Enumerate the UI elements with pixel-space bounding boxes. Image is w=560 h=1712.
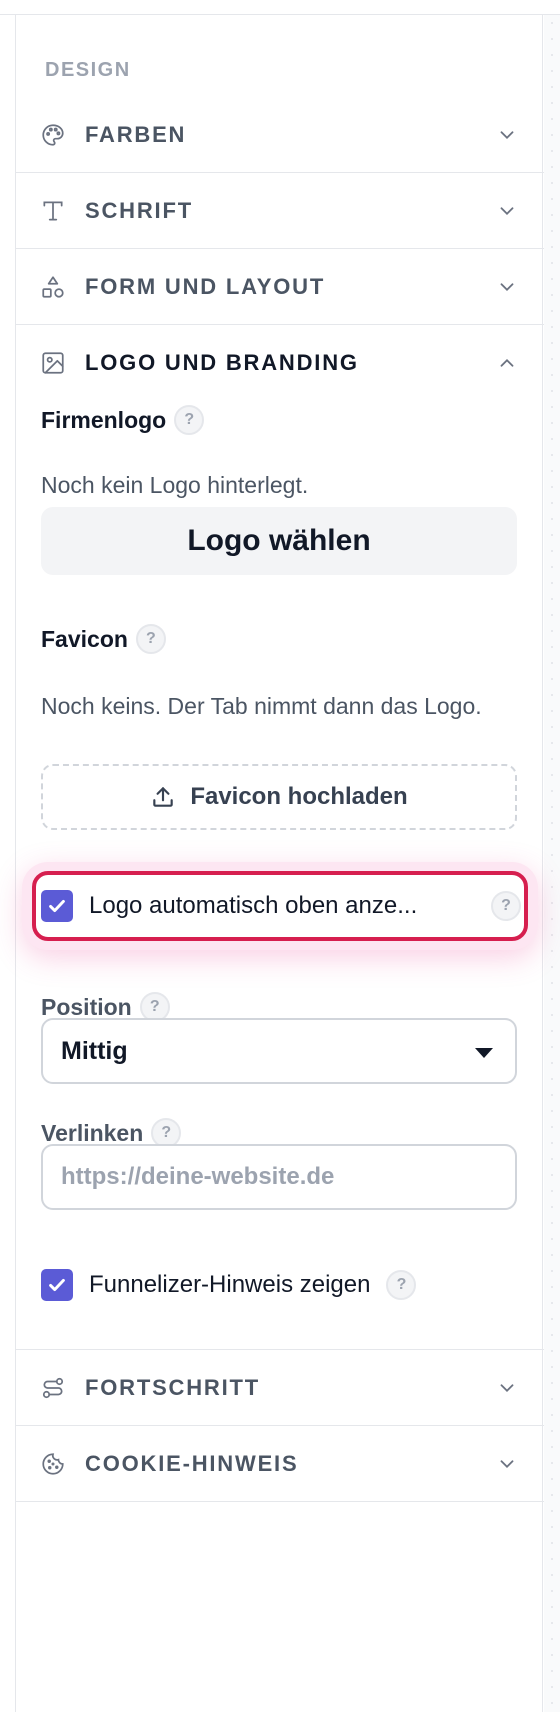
position-title: Position xyxy=(41,993,132,1020)
funnelizer-hint-checkbox[interactable] xyxy=(41,1269,73,1301)
upload-favicon-label: Favicon hochladen xyxy=(190,783,408,810)
auto-logo-label: Logo automatisch oben anze... xyxy=(89,892,418,919)
accordion-farben[interactable]: FARBEN xyxy=(16,97,544,173)
position-value: Mittig xyxy=(61,1036,128,1065)
type-icon xyxy=(40,198,66,224)
funnelizer-hint-row[interactable]: Funnelizer-Hinweis zeigen ? xyxy=(41,1268,521,1302)
company-logo-status: Noch kein Logo hinterlegt. xyxy=(41,472,309,498)
accordion-label: FORTSCHRITT xyxy=(85,1374,261,1400)
top-border xyxy=(0,0,560,15)
funnelizer-hint-label: Funnelizer-Hinweis zeigen xyxy=(89,1271,371,1298)
favicon-label: Favicon ? xyxy=(41,624,166,654)
position-select[interactable]: Mittig xyxy=(41,1018,517,1084)
accordion-label: SCHRIFT xyxy=(85,197,193,223)
accordion-cookie-hinweis[interactable]: COOKIE-HINWEIS xyxy=(16,1426,544,1502)
auto-logo-checkbox[interactable] xyxy=(41,890,73,922)
caret-down-icon xyxy=(475,1048,493,1058)
cookie-icon xyxy=(40,1451,66,1477)
palette-icon xyxy=(40,122,66,148)
upload-icon xyxy=(153,787,174,807)
section-label: DESIGN xyxy=(45,59,131,81)
shapes-icon xyxy=(40,274,66,300)
accordion-schrift[interactable]: SCHRIFT xyxy=(16,173,544,249)
company-logo-title: Firmenlogo xyxy=(41,406,167,433)
accordion-label: COOKIE-HINWEIS xyxy=(85,1450,299,1476)
link-url-input[interactable] xyxy=(41,1144,517,1210)
accordion-label: FARBEN xyxy=(85,121,187,147)
canvas-edge xyxy=(544,15,560,1712)
help-icon[interactable]: ? xyxy=(135,624,166,654)
company-logo-label: Firmenlogo ? xyxy=(41,405,205,435)
check-icon xyxy=(49,1278,65,1292)
accordion-logo-und-branding[interactable]: LOGO UND BRANDING xyxy=(16,325,544,401)
design-settings-panel: DESIGN FARBEN SCHRIFT FORM UND LAYOUT LO… xyxy=(15,15,544,1712)
choose-logo-button[interactable]: Logo wählen xyxy=(41,507,517,575)
chevron-down-icon xyxy=(496,200,518,222)
accordion-fortschritt[interactable]: FORTSCHRITT xyxy=(16,1350,544,1426)
favicon-title: Favicon xyxy=(41,625,128,652)
chevron-down-icon xyxy=(496,276,518,298)
chevron-up-icon xyxy=(496,352,518,374)
link-title: Verlinken xyxy=(41,1119,144,1146)
chevron-down-icon xyxy=(496,1453,518,1475)
image-icon xyxy=(40,350,66,376)
accordion-label: LOGO UND BRANDING xyxy=(85,350,359,375)
route-icon xyxy=(40,1375,66,1401)
check-icon xyxy=(49,899,65,913)
chevron-down-icon xyxy=(496,124,518,146)
upload-favicon-button[interactable]: Favicon hochladen xyxy=(41,764,517,830)
accordion-form-und-layout[interactable]: FORM UND LAYOUT xyxy=(16,249,544,325)
auto-logo-row[interactable]: Logo automatisch oben anze... ? xyxy=(41,889,521,923)
help-icon[interactable]: ? xyxy=(174,405,205,435)
accordion-label: FORM UND LAYOUT xyxy=(85,273,326,299)
help-icon[interactable]: ? xyxy=(491,891,521,921)
help-icon[interactable]: ? xyxy=(386,1270,417,1300)
favicon-status: Noch keins. Der Tab nimmt dann das Logo. xyxy=(41,693,482,719)
chevron-down-icon xyxy=(496,1377,518,1399)
